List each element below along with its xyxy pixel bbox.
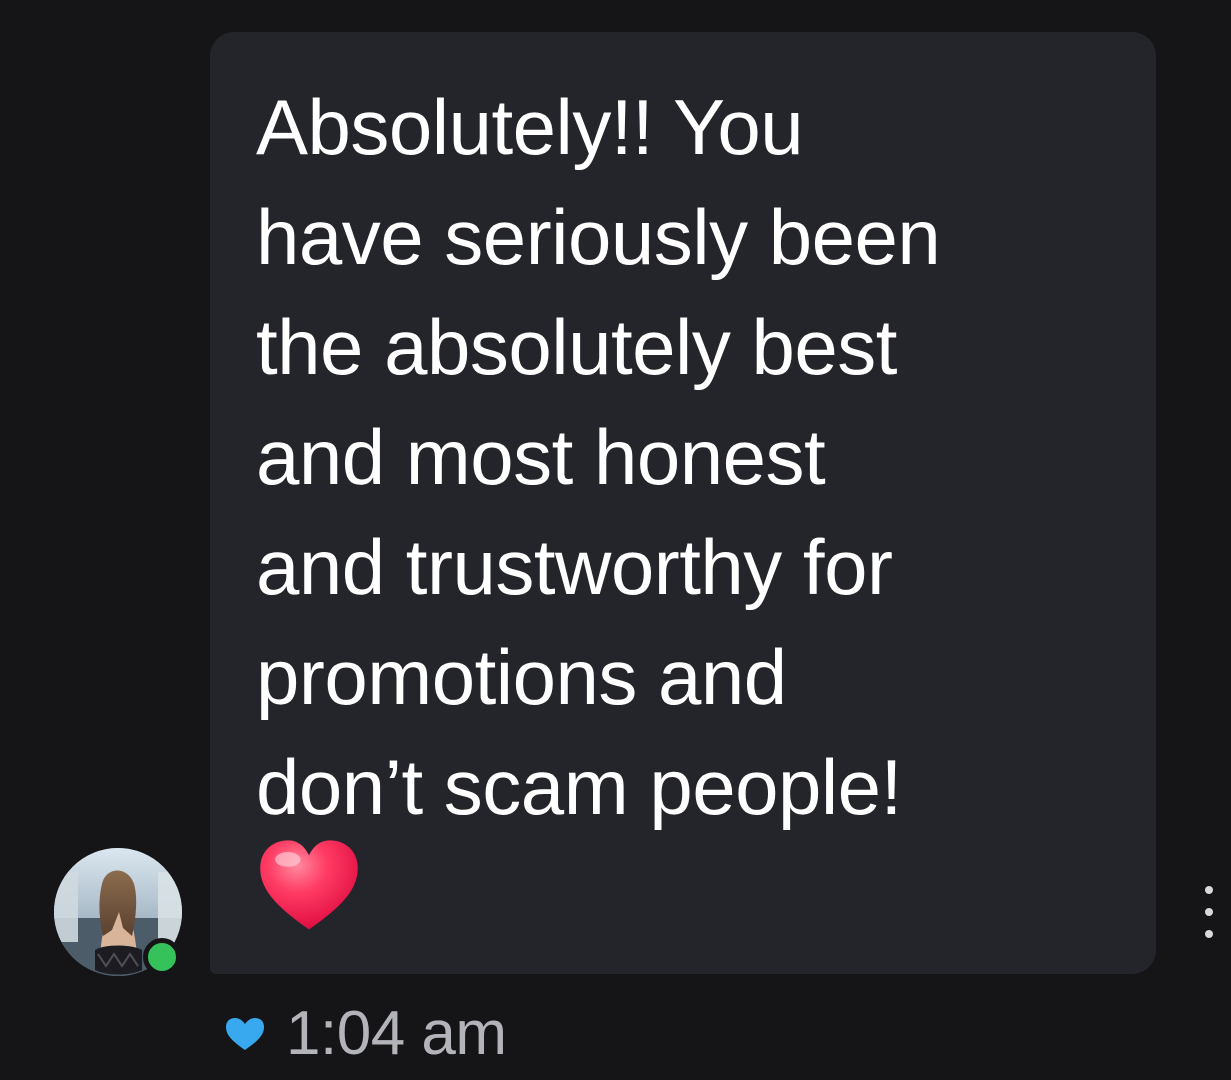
message-meta: 1:04 am	[224, 1000, 507, 1068]
more-dot	[1205, 886, 1213, 894]
online-status-dot	[143, 938, 181, 976]
more-dot	[1205, 930, 1213, 938]
red-heart-icon	[260, 840, 358, 930]
chat-screen: Absolutely!! You have seriously been the…	[0, 0, 1231, 1080]
blue-heart-icon[interactable]	[224, 1016, 266, 1052]
message-bubble[interactable]: Absolutely!! You have seriously been the…	[210, 32, 1156, 974]
timestamp: 1:04 am	[286, 999, 507, 1068]
three-dot-vertical-icon[interactable]	[1198, 886, 1220, 938]
message-text: Absolutely!! You have seriously been the…	[256, 83, 941, 831]
more-dot	[1205, 908, 1213, 916]
